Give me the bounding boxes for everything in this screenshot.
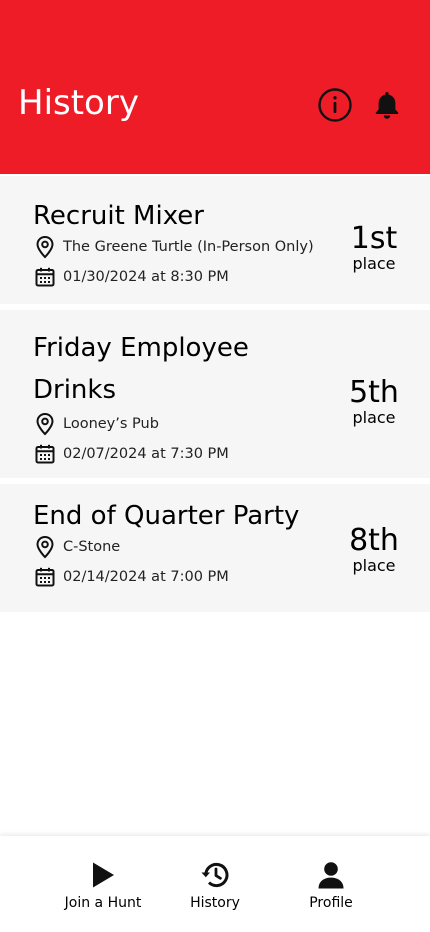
placement-rank: 8th <box>349 523 399 558</box>
placement-rank: 5th <box>349 375 399 410</box>
placement-badge: 5th place <box>344 376 404 426</box>
tab-history[interactable]: History <box>160 858 270 911</box>
list-item[interactable]: End of Quarter Party C-Stone 02/14/2024 … <box>0 484 430 612</box>
tab-label: History <box>190 895 240 911</box>
play-icon <box>90 858 116 892</box>
user-icon <box>317 858 345 892</box>
event-title: Friday Employee Drinks <box>33 333 249 405</box>
placement-rank: 1st <box>350 221 398 256</box>
placement-label: place <box>352 254 396 273</box>
location-pin-icon <box>33 412 57 436</box>
event-date-row: 01/30/2024 at 8:30 PM <box>33 265 229 289</box>
notifications-button[interactable] <box>370 88 404 122</box>
placement-label: place <box>352 408 396 427</box>
placement-badge: 1st place <box>344 222 404 272</box>
calendar-icon <box>33 565 57 589</box>
history-icon <box>200 858 230 892</box>
app-header: History <box>0 0 430 174</box>
event-location-row: The Greene Turtle (In-Person Only) <box>33 235 314 259</box>
tab-join-a-hunt[interactable]: Join a Hunt <box>48 858 158 911</box>
tab-label: Join a Hunt <box>64 895 142 911</box>
event-datetime: 01/30/2024 at 8:30 PM <box>63 269 229 285</box>
event-datetime: 02/07/2024 at 7:30 PM <box>63 446 229 462</box>
event-location: The Greene Turtle (In-Person Only) <box>63 239 314 255</box>
tab-label: Profile <box>309 895 353 911</box>
event-date-row: 02/07/2024 at 7:30 PM <box>33 442 229 466</box>
event-location: C-Stone <box>63 539 121 555</box>
event-location: Looney’s Pub <box>63 416 159 432</box>
info-circle-icon <box>318 88 352 122</box>
tab-profile[interactable]: Profile <box>276 858 386 911</box>
calendar-icon <box>33 442 57 466</box>
event-title: End of Quarter Party <box>33 501 300 531</box>
bell-icon <box>375 92 399 119</box>
event-title: Recruit Mixer <box>33 201 204 231</box>
info-button[interactable] <box>316 86 354 124</box>
event-location-row: Looney’s Pub <box>33 412 159 436</box>
calendar-icon <box>33 265 57 289</box>
location-pin-icon <box>33 535 57 559</box>
event-date-row: 02/14/2024 at 7:00 PM <box>33 565 229 589</box>
page-title: History <box>18 83 139 123</box>
event-datetime: 02/14/2024 at 7:00 PM <box>63 569 229 585</box>
placement-label: place <box>352 556 396 575</box>
list-item[interactable]: Recruit Mixer The Greene Turtle (In-Pers… <box>0 176 430 304</box>
event-location-row: C-Stone <box>33 535 120 559</box>
location-pin-icon <box>33 235 57 259</box>
bottom-tab-bar: Join a Hunt History Profile <box>0 836 430 932</box>
placement-badge: 8th place <box>344 524 404 574</box>
list-item[interactable]: Friday Employee Drinks Looney’s Pub 02/0… <box>0 310 430 478</box>
